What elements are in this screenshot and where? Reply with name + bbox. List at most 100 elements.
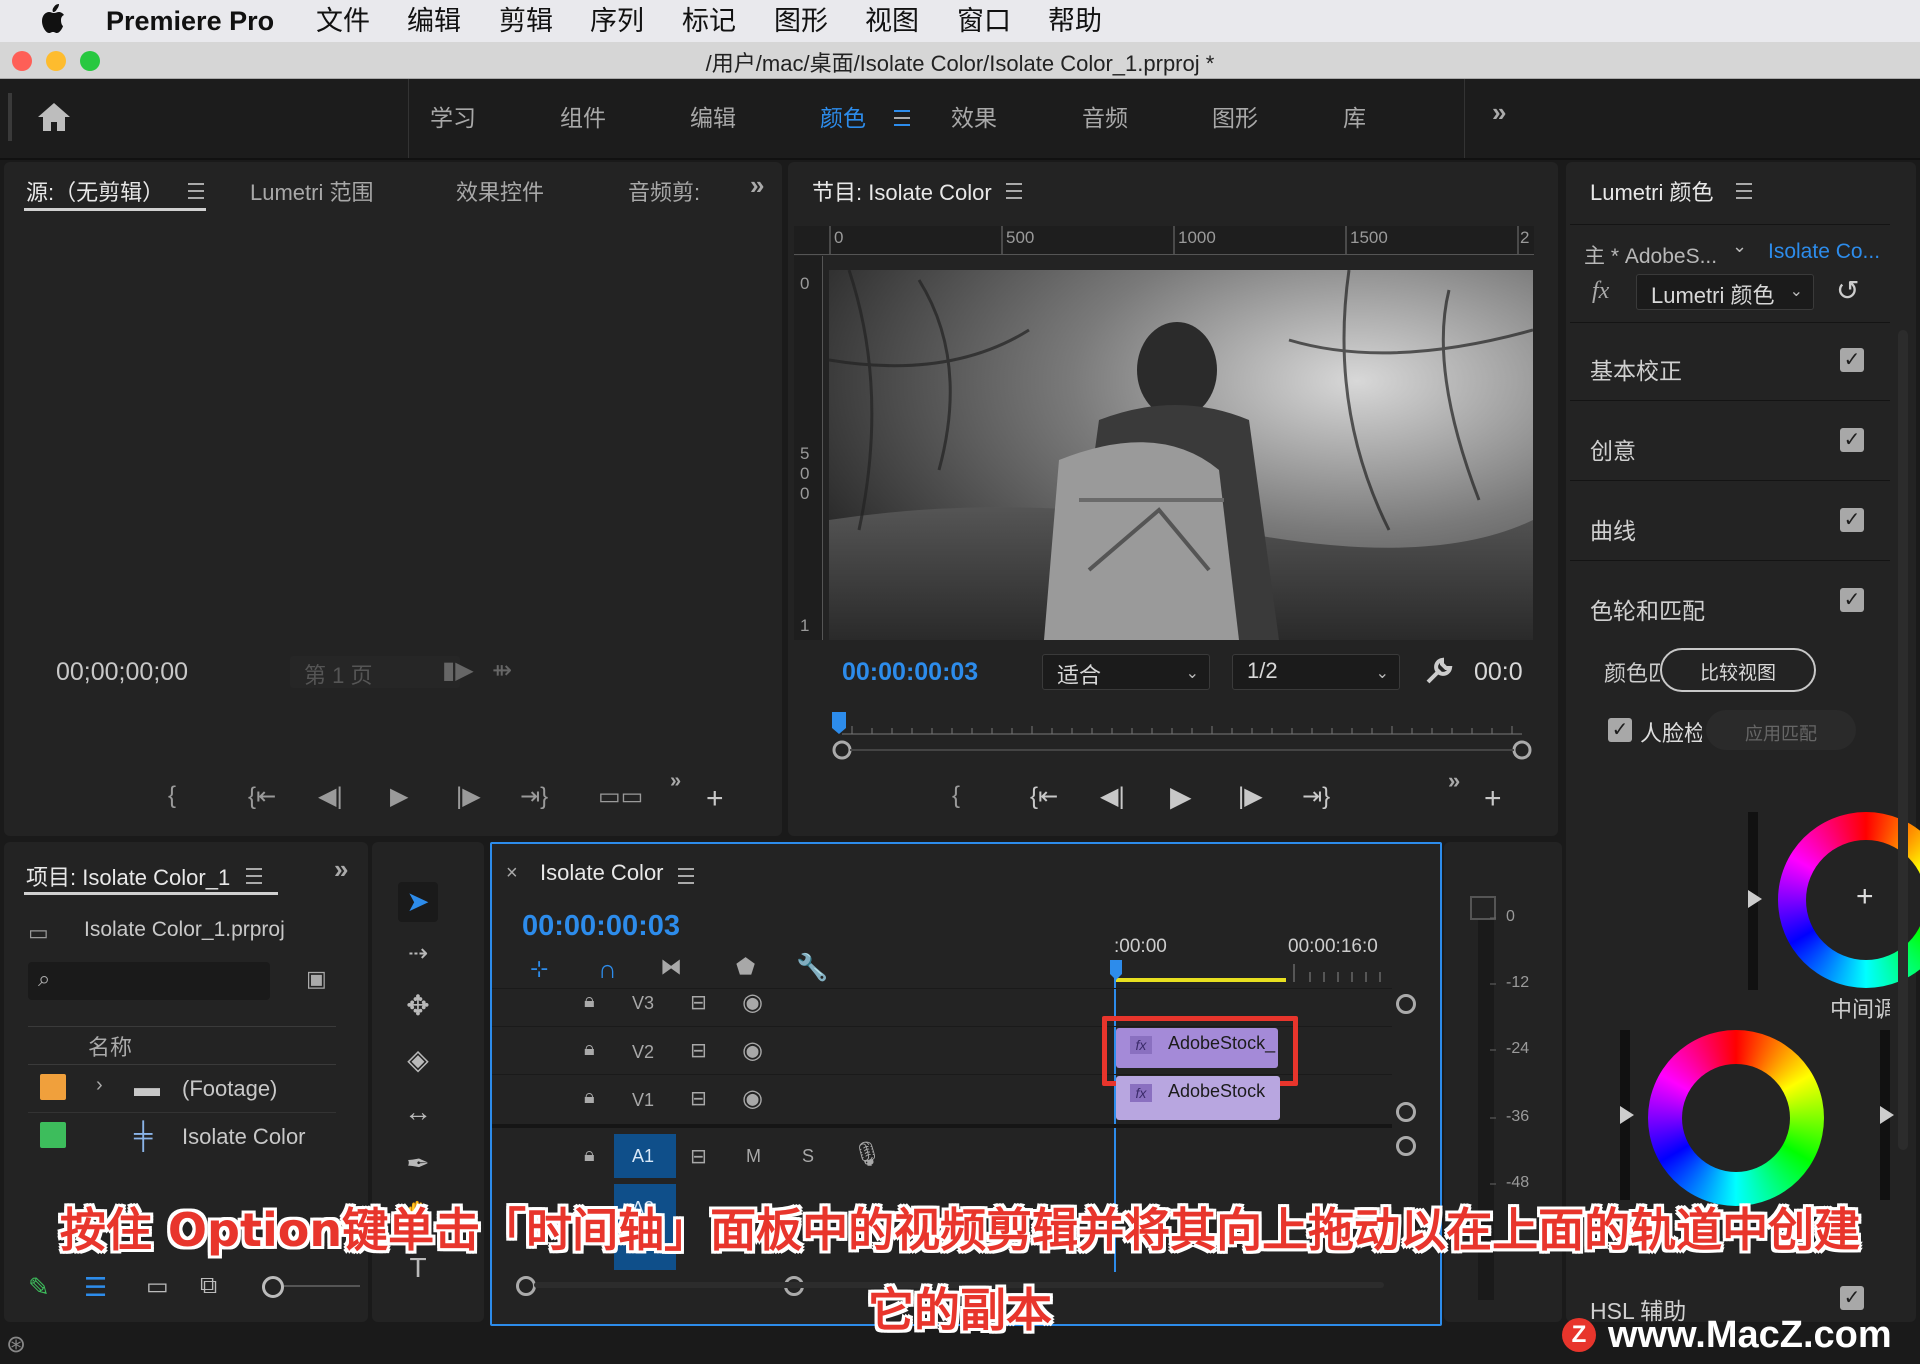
new-search-bin-icon[interactable]: ▣ [306, 966, 327, 992]
workspace-tab-graphics[interactable]: 图形 [1212, 99, 1258, 133]
timeline-timecode[interactable]: 00:00:00:03 [522, 910, 680, 943]
creative-checkbox[interactable]: ✓ [1840, 428, 1864, 452]
clip-v1-adobestock[interactable]: fx AdobeStock [1116, 1076, 1280, 1120]
play-icon[interactable]: ▶ [390, 782, 408, 811]
menu-edit[interactable]: 编辑 [407, 4, 461, 38]
program-play-icon[interactable]: ▶ [1170, 780, 1192, 813]
razor-tool-icon[interactable]: ◈ [398, 1040, 438, 1080]
master-clip-label[interactable]: 主 * AdobeS... [1584, 240, 1717, 270]
sync-lock-icon[interactable]: ⊟ [690, 1086, 707, 1111]
track-select-tool-icon[interactable]: ⇢ [398, 934, 438, 974]
timeline-settings-wrench-icon[interactable]: 🔧 [796, 952, 828, 983]
wrench-icon[interactable] [1424, 656, 1454, 686]
more-tabs-icon[interactable]: » [750, 170, 764, 201]
tab-effect-controls[interactable]: 效果控件 [456, 175, 544, 207]
reset-icon[interactable]: ↺ [1836, 274, 1859, 307]
midtone-slider-handle[interactable] [1748, 890, 1762, 908]
program-mark-in-icon[interactable]: { [952, 782, 960, 810]
lock-icon[interactable]: 🔒︎ [584, 1086, 595, 1109]
go-to-out-icon[interactable]: ⇥} [520, 782, 548, 811]
sequence-color-label[interactable] [40, 1122, 66, 1148]
footage-color-label[interactable] [40, 1074, 66, 1100]
program-go-to-in-icon[interactable]: {⇤ [1030, 782, 1058, 811]
menu-view[interactable]: 视图 [865, 4, 919, 38]
section-color-wheels[interactable]: 色轮和匹配 [1590, 592, 1705, 626]
insert-icon[interactable]: ▭▭ [598, 782, 643, 811]
mute-button[interactable]: M [746, 1146, 761, 1167]
timeline-title[interactable]: Isolate Color [540, 860, 664, 886]
workspace-tab-audio[interactable]: 音频 [1082, 99, 1128, 133]
source-timecode[interactable]: 00;00;00;00 [56, 658, 188, 687]
project-menu-icon[interactable] [246, 868, 262, 884]
sync-lock-icon[interactable]: ⊟ [690, 1038, 707, 1063]
lumetri-menu-icon[interactable] [1736, 183, 1752, 199]
sync-lock-icon[interactable]: ⊟ [690, 1144, 707, 1169]
highlights-slider-handle[interactable] [1880, 1106, 1894, 1124]
workspace-tab-effects[interactable]: 效果 [951, 99, 997, 133]
program-timecode[interactable]: 00:00:00:03 [842, 658, 978, 687]
ripple-edit-tool-icon[interactable]: ✥ [398, 986, 438, 1026]
project-title[interactable]: 项目: Isolate Color_1 [26, 860, 230, 892]
lock-icon[interactable]: 🔒︎ [584, 1144, 595, 1167]
tab-source[interactable]: 源:（无剪辑） [26, 175, 164, 207]
mark-in-icon[interactable]: { [168, 782, 176, 810]
step-forward-icon[interactable]: |▶ [456, 782, 481, 811]
more-controls-icon[interactable]: » [670, 770, 681, 793]
lock-icon[interactable]: 🔒︎ [584, 990, 595, 1013]
selection-tool-icon[interactable]: ➤ [398, 882, 438, 922]
apple-icon[interactable] [40, 4, 66, 34]
lumetri-scrollbar[interactable] [1898, 330, 1908, 1150]
workspace-tab-assembly[interactable]: 组件 [560, 99, 606, 133]
apply-match-button[interactable]: 应用匹配 [1706, 710, 1856, 750]
project-search-input[interactable]: ⌕ [28, 962, 270, 1000]
section-creative[interactable]: 创意 [1590, 432, 1636, 466]
pen-tool-icon[interactable]: ✒ [398, 1144, 438, 1184]
menu-window[interactable]: 窗口 [957, 4, 1011, 38]
snap-magnet-icon[interactable]: ∩ [598, 954, 617, 985]
workspace-menu-icon[interactable] [894, 110, 910, 126]
page-selector[interactable]: 第 1 页 [290, 656, 460, 688]
sequence-clip-label[interactable]: Isolate Co... [1768, 240, 1880, 264]
program-step-forward-icon[interactable]: |▶ [1238, 782, 1263, 811]
program-menu-icon[interactable] [1006, 183, 1022, 199]
shadows-slider-handle[interactable] [1620, 1106, 1634, 1124]
curves-checkbox[interactable]: ✓ [1840, 508, 1864, 532]
audio-scroll-top-handle[interactable] [1396, 1136, 1416, 1156]
microphone-icon[interactable]: 🎙︎ [852, 1140, 882, 1169]
program-more-controls-icon[interactable]: » [1448, 768, 1460, 794]
step-back-icon[interactable]: ◀| [318, 782, 343, 811]
basic-correction-checkbox[interactable]: ✓ [1840, 348, 1864, 372]
face-detection-checkbox[interactable]: ✓ [1608, 718, 1632, 742]
workspace-tab-color[interactable]: 颜色 [820, 99, 866, 133]
timeline-ruler[interactable] [1110, 960, 1394, 984]
linked-selection-icon[interactable]: ⧓ [660, 954, 682, 980]
add-button-icon[interactable]: + [706, 782, 724, 816]
track-a1-target[interactable]: A1 [614, 1134, 676, 1178]
menu-graphics[interactable]: 图形 [774, 4, 828, 38]
project-more-tabs-icon[interactable]: » [334, 854, 348, 885]
menu-marker[interactable]: 标记 [682, 4, 736, 38]
slip-tool-icon[interactable]: ↔ [398, 1092, 438, 1132]
video-scroll-top-handle[interactable] [1396, 994, 1416, 1014]
solo-button[interactable]: S [802, 1146, 814, 1167]
menu-sequence[interactable]: 序列 [590, 4, 644, 38]
shadows-color-wheel[interactable] [1648, 1030, 1824, 1206]
app-menu[interactable]: Premiere Pro [106, 4, 274, 38]
track-v2-label[interactable]: V2 [632, 1042, 654, 1063]
video-scroll-bottom-handle[interactable] [1396, 1102, 1416, 1122]
nest-toggle-icon[interactable]: ⊹ [530, 956, 548, 982]
lumetri-title[interactable]: Lumetri 颜色 [1590, 175, 1713, 207]
source-menu-icon[interactable] [188, 183, 204, 199]
more-workspaces-icon[interactable]: » [1492, 97, 1506, 128]
effect-dropdown[interactable]: Lumetri 颜色 ⌄ [1636, 274, 1814, 310]
program-title[interactable]: 节目: Isolate Color [812, 175, 992, 207]
sequence-name[interactable]: Isolate Color [182, 1124, 306, 1150]
fit-dropdown[interactable]: 适合 ⌄ [1042, 654, 1210, 690]
bin-name[interactable]: (Footage) [182, 1076, 277, 1102]
comparison-view-button[interactable]: 比较视图 [1660, 648, 1816, 692]
eye-icon[interactable]: ◉ [742, 1036, 763, 1065]
workspace-tab-learn[interactable]: 学习 [430, 99, 476, 133]
name-column-header[interactable]: 名称 [88, 1030, 132, 1062]
menu-file[interactable]: 文件 [316, 4, 370, 38]
section-curves[interactable]: 曲线 [1590, 512, 1636, 546]
